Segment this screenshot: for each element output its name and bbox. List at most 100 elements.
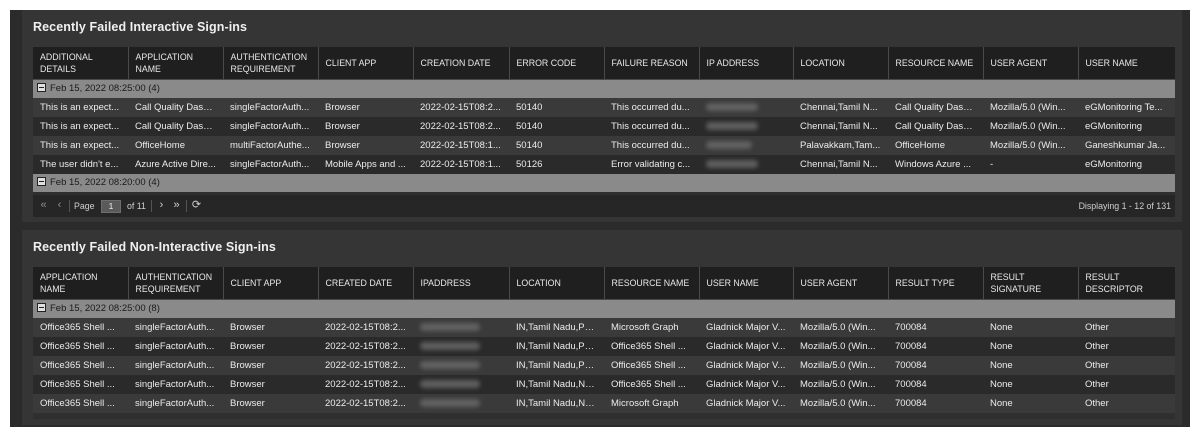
header-row: ADDITIONAL DETAILS APPLICATION NAME AUTH… xyxy=(33,47,1175,80)
table-cell: Other xyxy=(1078,394,1175,413)
table-cell: Office365 Shell ... xyxy=(33,375,128,394)
table-cell: Microsoft Graph xyxy=(604,318,699,337)
ip-address-cell xyxy=(699,98,793,117)
table-cell: eGMonitoring Te... xyxy=(1078,98,1175,117)
table-cell: Microsoft Graph xyxy=(604,394,699,413)
table-cell: 2022-02-15T08:2... xyxy=(318,394,413,413)
table-cell: Mozilla/5.0 (Win... xyxy=(793,337,888,356)
table-cell: Office365 Shell ... xyxy=(33,337,128,356)
table-row[interactable]: The user didn't e... Azure Active Dire...… xyxy=(33,155,1175,174)
column-header[interactable]: IPADDRESS xyxy=(413,267,510,300)
column-header[interactable]: FAILURE REASON xyxy=(604,47,700,80)
noninteractive-signins-panel: Recently Failed Non-Interactive Sign-ins… xyxy=(22,230,1182,425)
column-header[interactable]: APPLICATION NAME xyxy=(33,267,129,300)
ip-address-cell xyxy=(413,337,509,356)
page-number-input[interactable]: 1 xyxy=(101,200,121,213)
table-cell: 2022-02-15T08:1... xyxy=(413,136,509,155)
table-cell: singleFactorAuth... xyxy=(128,337,223,356)
table-row[interactable]: Office365 Shell ... singleFactorAuth... Br… xyxy=(33,375,1175,394)
table-cell: 50126 xyxy=(509,155,604,174)
collapse-group-icon[interactable] xyxy=(37,176,46,186)
interactive-signins-panel: Recently Failed Interactive Sign-ins ADD… xyxy=(22,10,1182,222)
next-page-icon[interactable]: › xyxy=(155,199,168,212)
column-header[interactable]: RESULT SIGNATURE xyxy=(983,267,1079,300)
table-row[interactable]: This is an expect... OfficeHome multiFacto… xyxy=(33,136,1175,155)
group-row[interactable]: Feb 15, 2022 08:25:00 (8) xyxy=(33,299,1175,318)
table-cell: Gladnick Major V... xyxy=(699,318,793,337)
table-cell: 2022-02-15T08:2... xyxy=(318,375,413,394)
column-header[interactable]: CREATION DATE xyxy=(413,47,510,80)
table-cell: This is an expect... xyxy=(33,117,128,136)
column-header[interactable]: LOCATION xyxy=(793,47,889,80)
table-row[interactable]: Office365 Shell ... singleFactorAuth... Br… xyxy=(33,394,1175,413)
table-cell: singleFactorAuth... xyxy=(128,356,223,375)
column-header[interactable]: AUTHENTICATION REQUIREMENT xyxy=(223,47,319,80)
redacted-ip xyxy=(706,103,758,112)
column-header[interactable]: CLIENT APP xyxy=(318,47,414,80)
column-header[interactable]: USER NAME xyxy=(699,267,794,300)
redacted-ip xyxy=(420,342,480,351)
redacted-ip xyxy=(706,160,758,169)
table-cell: None xyxy=(983,318,1078,337)
column-header[interactable]: APPLICATION NAME xyxy=(128,47,224,80)
table-cell: Chennai,Tamil N... xyxy=(793,155,888,174)
table-cell: Office365 Shell ... xyxy=(33,356,128,375)
dashboard-frame: Recently Failed Interactive Sign-ins ADD… xyxy=(10,10,1190,427)
column-header[interactable]: CREATED DATE xyxy=(318,267,414,300)
collapse-group-icon[interactable] xyxy=(37,302,46,312)
table-cell: multiFactorAuthe... xyxy=(223,136,318,155)
ip-address-cell xyxy=(699,136,793,155)
group-row[interactable]: Feb 15, 2022 08:20:00 (4) xyxy=(33,174,1175,192)
table-cell: singleFactorAuth... xyxy=(223,155,318,174)
table-cell: Call Quality Dash... xyxy=(888,117,983,136)
panel-title: Recently Failed Interactive Sign-ins xyxy=(33,20,248,34)
noninteractive-signins-body: Feb 15, 2022 08:25:00 (8) Office365 Shell… xyxy=(33,299,1175,413)
column-header[interactable]: RESOURCE NAME xyxy=(604,267,700,300)
table-cell: singleFactorAuth... xyxy=(223,98,318,117)
table-row[interactable]: This is an expect... Call Quality Dash...… xyxy=(33,98,1175,117)
table-cell: singleFactorAuth... xyxy=(223,117,318,136)
table-row[interactable]: This is an expect... Call Quality Dash...… xyxy=(33,117,1175,136)
table-cell: singleFactorAuth... xyxy=(128,394,223,413)
column-header[interactable]: RESULT TYPE xyxy=(888,267,984,300)
redacted-ip xyxy=(420,323,480,332)
table-cell: Office365 Shell ... xyxy=(604,337,699,356)
collapse-group-icon[interactable] xyxy=(37,82,46,92)
table-cell: 2022-02-15T08:2... xyxy=(318,337,413,356)
table-cell: Browser xyxy=(223,356,318,375)
first-page-icon[interactable]: « xyxy=(37,199,50,212)
group-row[interactable]: Feb 15, 2022 08:25:00 (4) xyxy=(33,79,1175,98)
column-header[interactable]: ADDITIONAL DETAILS xyxy=(33,47,129,80)
last-page-icon[interactable]: » xyxy=(170,199,183,212)
table-cell: IN,Tamil Nadu,Ne... xyxy=(509,394,604,413)
column-header[interactable]: ERROR CODE xyxy=(509,47,605,80)
column-header[interactable]: AUTHENTICATION REQUIREMENT xyxy=(128,267,224,300)
table-cell: Mozilla/5.0 (Win... xyxy=(793,318,888,337)
table-cell: Browser xyxy=(318,117,413,136)
column-header[interactable]: LOCATION xyxy=(509,267,605,300)
column-header[interactable]: USER NAME xyxy=(1078,47,1175,80)
refresh-icon[interactable]: ⟳ xyxy=(190,199,203,212)
table-cell: Browser xyxy=(223,318,318,337)
table-cell: Azure Active Dire... xyxy=(128,155,223,174)
table-cell: None xyxy=(983,394,1078,413)
column-header[interactable]: RESOURCE NAME xyxy=(888,47,984,80)
column-header[interactable]: USER AGENT xyxy=(983,47,1079,80)
previous-page-icon[interactable]: ‹ xyxy=(53,199,66,212)
column-header[interactable]: USER AGENT xyxy=(793,267,889,300)
table-cell: 50140 xyxy=(509,117,604,136)
group-label: Feb 15, 2022 08:20:00 (4) xyxy=(50,177,160,188)
group-cell: Feb 15, 2022 08:25:00 (8) xyxy=(33,299,1175,318)
page-count-label: of 11 xyxy=(127,201,146,211)
column-header[interactable]: CLIENT APP xyxy=(223,267,319,300)
table-row[interactable]: Office365 Shell ... singleFactorAuth... Br… xyxy=(33,337,1175,356)
column-header[interactable]: RESULT DESCRIPTOR xyxy=(1078,267,1175,300)
table-cell: singleFactorAuth... xyxy=(128,375,223,394)
table-cell: Call Quality Dash... xyxy=(888,98,983,117)
table-cell: Browser xyxy=(223,375,318,394)
column-header[interactable]: IP ADDRESS xyxy=(699,47,794,80)
redacted-ip xyxy=(420,399,480,408)
table-row[interactable]: Office365 Shell ... singleFactorAuth... Br… xyxy=(33,356,1175,375)
table-row[interactable]: Office365 Shell ... singleFactorAuth... Br… xyxy=(33,318,1175,337)
table-cell: Other xyxy=(1078,318,1175,337)
